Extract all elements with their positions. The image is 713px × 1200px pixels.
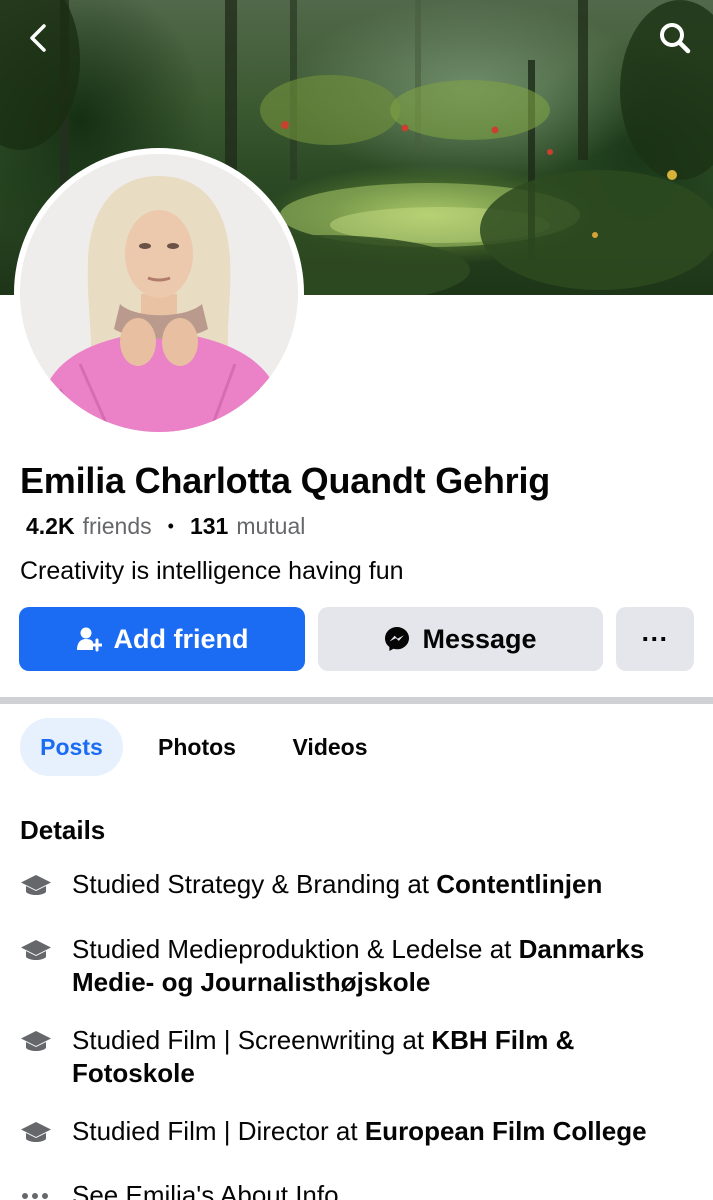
- back-chevron-icon: [30, 24, 46, 52]
- message-button[interactable]: Message: [318, 607, 603, 671]
- add-friend-label: Add friend: [113, 623, 249, 654]
- add-friend-button[interactable]: Add friend: [19, 607, 305, 671]
- search-icon: [660, 23, 691, 54]
- messenger-icon: [384, 626, 410, 652]
- tab-photos[interactable]: Photos: [135, 718, 259, 776]
- detail-education-item: Studied Film | Screenwriting at KBH Film…: [20, 1024, 700, 1090]
- detail-prefix: Studied Strategy & Branding at: [72, 869, 437, 899]
- profile-avatar[interactable]: [14, 148, 304, 438]
- friends-count: 4.2K: [26, 513, 75, 539]
- detail-education-item: Studied Strategy & Branding at Contentli…: [20, 868, 700, 901]
- see-about-info-link[interactable]: See Emilia's About Info: [20, 1180, 339, 1200]
- graduation-cap-icon: [20, 868, 52, 901]
- search-button[interactable]: [653, 16, 697, 60]
- mutual-count: 131: [189, 513, 229, 539]
- add-friend-icon: [76, 626, 102, 652]
- detail-prefix: Studied Medieproduktion & Ledelse at: [72, 934, 519, 964]
- profile-picture: [20, 154, 298, 432]
- details-heading: Details: [20, 815, 106, 845]
- tab-posts[interactable]: Posts: [20, 718, 123, 776]
- profile-name: Emilia Charlotta Quandt Gehrig: [20, 460, 551, 501]
- more-options-button[interactable]: ···: [616, 607, 694, 671]
- graduation-cap-icon: [20, 933, 52, 966]
- friends-stats[interactable]: 4.2K friends • 131 mutual: [26, 513, 305, 540]
- detail-school-link[interactable]: Contentlinjen: [436, 869, 602, 899]
- graduation-cap-icon: [20, 1115, 52, 1148]
- separator-dot: •: [167, 516, 174, 536]
- graduation-cap-icon: [20, 1024, 52, 1057]
- mutual-label: mutual: [236, 513, 306, 539]
- tab-videos[interactable]: Videos: [268, 718, 392, 776]
- more-options-label: ···: [641, 623, 669, 654]
- detail-education-item: Studied Film | Director at European Film…: [20, 1115, 700, 1148]
- section-divider: [0, 697, 713, 704]
- see-about-info-label: See Emilia's About Info: [72, 1180, 339, 1200]
- detail-education-item: Studied Medieproduktion & Ledelse at Dan…: [20, 933, 700, 999]
- profile-bio: Creativity is intelligence having fun: [20, 557, 404, 585]
- profile-portrait-image: [20, 154, 298, 432]
- message-label: Message: [422, 623, 537, 654]
- more-dots-icon: [20, 1191, 52, 1200]
- friends-label: friends: [82, 513, 152, 539]
- detail-prefix: Studied Film | Director at: [72, 1116, 365, 1146]
- detail-prefix: Studied Film | Screenwriting at: [72, 1025, 432, 1055]
- detail-school-link[interactable]: European Film College: [365, 1116, 647, 1146]
- back-button[interactable]: [16, 16, 60, 60]
